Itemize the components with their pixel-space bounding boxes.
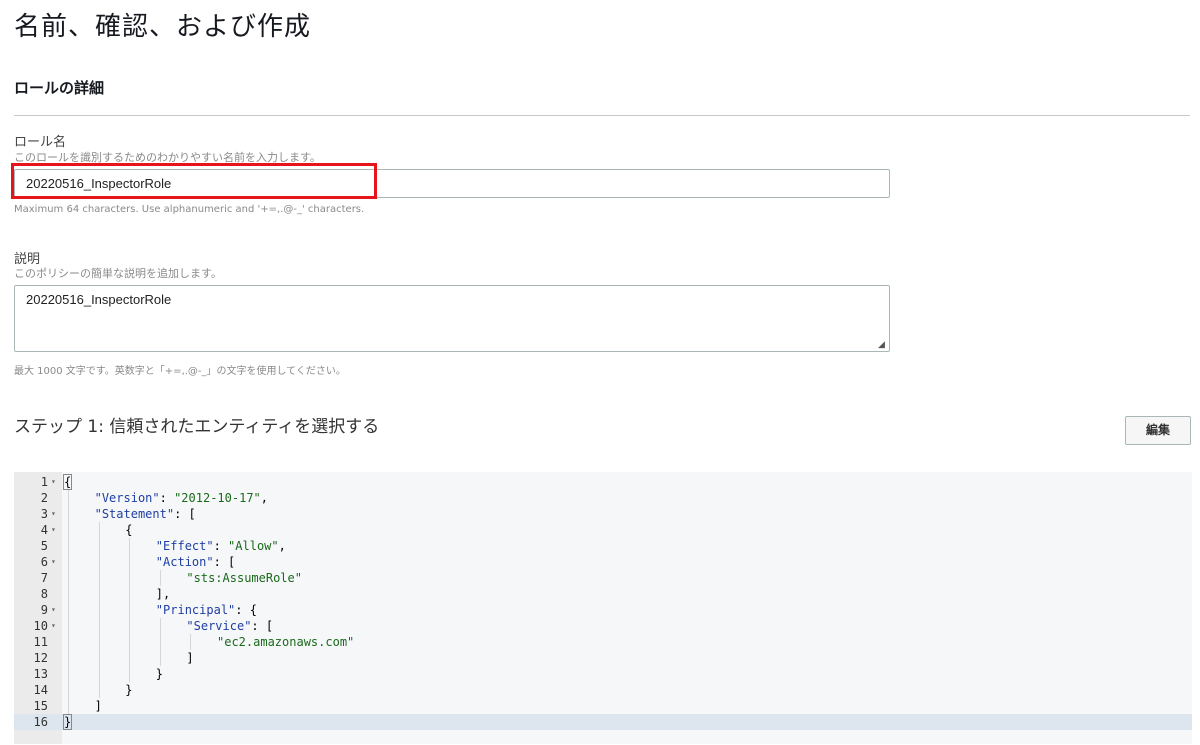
code-text: { bbox=[125, 522, 132, 538]
code-line[interactable]: 2 "Version": "2012-10-17", bbox=[14, 490, 1192, 506]
code-line[interactable]: 15] bbox=[14, 698, 1192, 714]
indent-guide bbox=[129, 538, 131, 682]
page-title: 名前、確認、および作成 bbox=[14, 12, 312, 42]
code-text: ], bbox=[156, 586, 170, 602]
description-value: 20220516_InspectorRole bbox=[26, 292, 172, 307]
code-line[interactable]: 13} bbox=[14, 666, 1192, 682]
fold-toggle-icon[interactable]: ▾ bbox=[51, 554, 56, 570]
json-punctuation: } bbox=[125, 683, 133, 697]
json-punctuation: : { bbox=[235, 603, 257, 617]
json-punctuation: : bbox=[159, 491, 175, 505]
code-text: "Action": [ bbox=[156, 554, 235, 570]
json-punctuation: , bbox=[260, 491, 269, 505]
line-number: 11 bbox=[33, 635, 48, 649]
line-number: 5 bbox=[40, 539, 48, 553]
json-punctuation: , bbox=[278, 539, 286, 553]
line-number: 4 bbox=[40, 523, 48, 537]
description-description: このポリシーの簡単な説明を追加します。 bbox=[14, 267, 222, 280]
section-title: ロールの詳細 bbox=[14, 79, 105, 97]
json-punctuation: : [ bbox=[251, 619, 274, 633]
json-punctuation: { bbox=[62, 474, 73, 490]
code-line[interactable]: 7 "sts:AssumeRole" bbox=[14, 570, 1192, 586]
code-text: "Version": "2012-10-17", bbox=[95, 490, 268, 506]
code-text: "sts:AssumeRole" bbox=[186, 570, 302, 586]
json-key: "Statement" bbox=[94, 507, 175, 521]
json-string: "sts:AssumeRole" bbox=[186, 571, 302, 585]
line-number: 9 bbox=[40, 603, 48, 617]
step1-title: ステップ 1: 信頼されたエンティティを選択する bbox=[14, 417, 380, 437]
line-number: 2 bbox=[40, 491, 48, 505]
fold-toggle-icon[interactable]: ▾ bbox=[51, 474, 56, 490]
role-name-label: ロール名 bbox=[14, 135, 67, 150]
json-punctuation: : bbox=[213, 539, 229, 553]
edit-button[interactable]: 編集 bbox=[1125, 416, 1191, 445]
highlight-box bbox=[11, 163, 377, 199]
json-key: "Principal" bbox=[155, 603, 236, 617]
code-text: "Principal": { bbox=[156, 602, 257, 618]
json-punctuation: } bbox=[62, 714, 73, 730]
indent-guide bbox=[190, 634, 192, 650]
code-text: ] bbox=[95, 698, 102, 714]
code-line[interactable]: 14} bbox=[14, 682, 1192, 698]
fold-toggle-icon[interactable]: ▾ bbox=[51, 522, 56, 538]
code-line[interactable]: 10 ▾ "Service": [ bbox=[14, 618, 1192, 634]
code-text: } bbox=[62, 714, 73, 730]
json-punctuation: ], bbox=[155, 587, 171, 601]
code-line[interactable]: 9 ▾ "Principal": { bbox=[14, 602, 1192, 618]
json-string: "Allow" bbox=[228, 539, 279, 553]
code-line[interactable]: 1 ▾ { bbox=[14, 474, 1192, 490]
json-punctuation: } bbox=[155, 667, 164, 681]
fold-toggle-icon[interactable]: ▾ bbox=[51, 602, 56, 618]
code-text: "Service": [ bbox=[186, 618, 273, 634]
code-text: "ec2.amazonaws.com" bbox=[217, 634, 354, 650]
description-hint: 最大 1000 文字です。英数字と「+=,.@-_」の文字を使用してください。 bbox=[14, 366, 346, 377]
policy-code-editor[interactable]: 1 ▾{2 "Version": "2012-10-17", 3 ▾ "Statement… bbox=[14, 472, 1192, 744]
json-punctuation: ] bbox=[186, 651, 194, 665]
line-number: 10 bbox=[33, 619, 48, 633]
code-line[interactable]: 3 ▾ "Statement": [ bbox=[14, 506, 1192, 522]
json-key: "Effect" bbox=[155, 539, 214, 553]
line-number: 13 bbox=[33, 667, 48, 681]
json-key: "Service" bbox=[186, 619, 252, 633]
code-text: ] bbox=[186, 650, 193, 666]
line-number: 1 bbox=[40, 475, 48, 489]
line-number: 15 bbox=[33, 699, 48, 713]
code-line[interactable]: 6 ▾ "Action": [ bbox=[14, 554, 1192, 570]
code-text: "Effect": "Allow", bbox=[156, 538, 286, 554]
json-punctuation: : [ bbox=[213, 555, 236, 569]
code-line[interactable]: 8], bbox=[14, 586, 1192, 602]
json-key: "Version" bbox=[94, 491, 160, 505]
line-number: 7 bbox=[40, 571, 48, 585]
indent-guide bbox=[68, 490, 69, 714]
indent-guide bbox=[159, 618, 161, 666]
json-string: "ec2.amazonaws.com" bbox=[217, 635, 355, 649]
line-number: 6 bbox=[40, 555, 48, 569]
fold-toggle-icon[interactable]: ▾ bbox=[51, 618, 56, 634]
section-divider bbox=[14, 115, 1190, 116]
json-punctuation: : [ bbox=[174, 507, 196, 521]
indent-guide bbox=[159, 570, 161, 586]
json-key: "Action" bbox=[155, 555, 214, 569]
indent-guide bbox=[98, 522, 100, 698]
line-number: 14 bbox=[33, 683, 48, 697]
code-line[interactable]: 4 ▾ { bbox=[14, 522, 1192, 538]
code-text: { bbox=[62, 474, 73, 490]
line-number: 8 bbox=[40, 587, 48, 601]
code-line[interactable]: 16} bbox=[14, 714, 1192, 730]
code-line[interactable]: 12] bbox=[14, 650, 1192, 666]
fold-toggle-icon[interactable]: ▾ bbox=[51, 506, 56, 522]
line-number: 16 bbox=[33, 715, 48, 729]
code-text: } bbox=[156, 666, 163, 682]
json-string: "2012-10-17" bbox=[174, 491, 261, 505]
code-text: "Statement": [ bbox=[95, 506, 196, 522]
resize-grip-icon[interactable]: ◢ bbox=[878, 340, 887, 349]
code-line[interactable]: 5 "Effect": "Allow", bbox=[14, 538, 1192, 554]
json-punctuation: { bbox=[125, 523, 133, 537]
description-textarea[interactable]: 20220516_InspectorRole ◢ bbox=[14, 285, 890, 352]
line-number: 3 bbox=[40, 507, 48, 521]
role-name-hint: Maximum 64 characters. Use alphanumeric … bbox=[14, 204, 365, 215]
json-punctuation: ] bbox=[94, 699, 102, 713]
code-text: } bbox=[125, 682, 132, 698]
line-number: 12 bbox=[33, 651, 48, 665]
